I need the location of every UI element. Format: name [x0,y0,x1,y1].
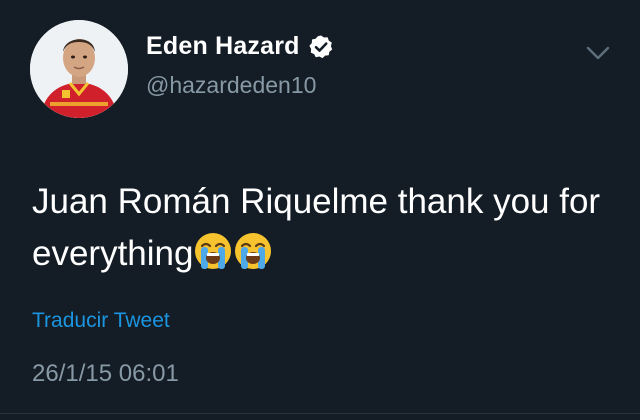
display-name[interactable]: Eden Hazard [146,32,300,61]
translate-tweet-link[interactable]: Traducir Tweet [32,309,170,333]
user-handle[interactable]: @hazardeden10 [146,72,316,99]
tweet-timestamp[interactable]: 26/1/15 06:01 [32,360,179,388]
chevron-down-icon[interactable] [586,44,610,62]
verified-badge-icon [308,34,334,60]
divider [0,413,640,414]
profile-photo-icon [30,20,128,118]
crying-face-icon [233,231,273,271]
tweet-text-body: Juan Román Riquelme thank you for everyt… [32,182,601,273]
name-row: Eden Hazard [146,32,334,61]
tweet-text: Juan Román Riquelme thank you for everyt… [32,176,622,280]
tweet-card: Eden Hazard @hazardeden10 Juan Román Riq… [0,0,640,420]
avatar[interactable] [30,20,128,118]
crying-face-icon [193,231,233,271]
